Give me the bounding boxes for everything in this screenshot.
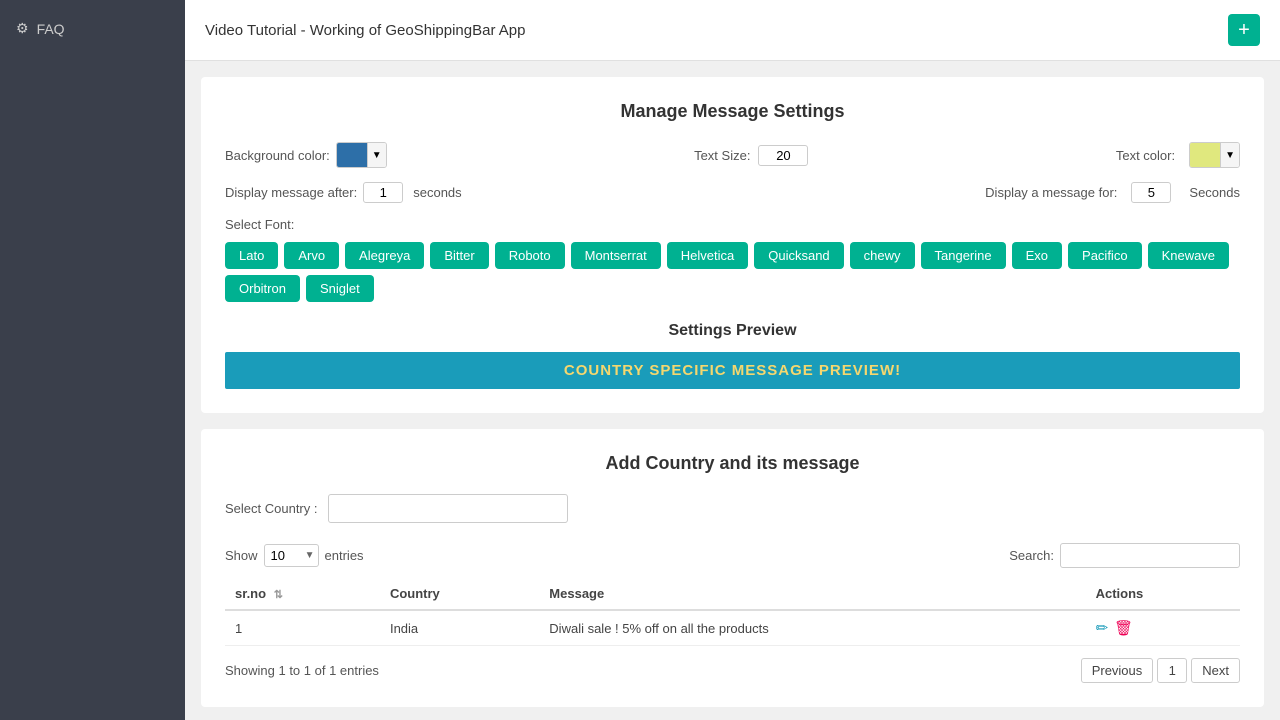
font-section: Select Font: LatoArvoAlegreyaBitter Robot…	[225, 217, 1240, 302]
text-color-label: Text color:	[1116, 148, 1175, 163]
font-btn-montserrat[interactable]: Montserrat	[571, 242, 661, 269]
showing-text: Showing 1 to 1 of 1 entries	[225, 663, 379, 678]
page-title: Video Tutorial - Working of GeoShippingB…	[205, 22, 525, 39]
font-buttons-container: LatoArvoAlegreyaBitter RobotoMontserratHe…	[225, 242, 1240, 302]
settings-row-2: Display message after: seconds Display a…	[225, 182, 1240, 203]
previous-button[interactable]: Previous	[1081, 658, 1154, 683]
font-btn-quicksand[interactable]: Quicksand	[754, 242, 843, 269]
manage-settings-card: Manage Message Settings Background color…	[201, 77, 1264, 413]
cell-srno: 1	[225, 610, 380, 646]
display-for-label: Display a message for:	[985, 185, 1117, 200]
col-country: Country	[380, 578, 539, 610]
display-after-label: Display message after:	[225, 185, 357, 200]
entries-input[interactable]	[264, 544, 319, 567]
cell-actions: ✏ 🗑	[1086, 610, 1240, 646]
sidebar-item-faq[interactable]: ⚙ FAQ	[0, 10, 185, 47]
col-message: Message	[539, 578, 1085, 610]
font-btn-helvetica[interactable]: Helvetica	[667, 242, 748, 269]
display-for-input[interactable]	[1131, 182, 1171, 203]
cell-message: Diwali sale ! 5% off on all the products	[539, 610, 1085, 646]
text-size-group: Text Size:	[387, 145, 1116, 166]
show-label: Show	[225, 548, 258, 563]
bg-color-swatch	[337, 143, 367, 167]
text-color-swatch	[1190, 143, 1220, 167]
main-content: Video Tutorial - Working of GeoShippingB…	[185, 0, 1280, 720]
entries-label: entries	[325, 548, 364, 563]
table-controls: Show ▼ entries Search:	[225, 543, 1240, 568]
add-country-card: Add Country and its message Select Count…	[201, 429, 1264, 707]
sidebar: ⚙ FAQ	[0, 0, 185, 720]
font-btn-lato[interactable]: Lato	[225, 242, 278, 269]
text-color-group: Text color: ▼	[1116, 142, 1240, 168]
cell-country: India	[380, 610, 539, 646]
display-after-input[interactable]	[363, 182, 403, 203]
table-header: sr.no ⇅ Country Message Actions	[225, 578, 1240, 610]
preview-bar: COUNTRY SPECIFIC MESSAGE PREVIEW!	[225, 352, 1240, 389]
display-for-unit: Seconds	[1189, 185, 1240, 200]
text-size-input[interactable]	[758, 145, 808, 166]
font-btn-bitter[interactable]: Bitter	[430, 242, 488, 269]
font-btn-orbitron[interactable]: Orbitron	[225, 275, 300, 302]
search-wrap: Search:	[1009, 543, 1240, 568]
add-country-title: Add Country and its message	[225, 453, 1240, 474]
top-bar: Video Tutorial - Working of GeoShippingB…	[185, 0, 1280, 61]
show-entries-group: Show ▼ entries	[225, 544, 364, 567]
sidebar-item-faq-label: FAQ	[37, 21, 65, 37]
edit-icon[interactable]: ✏	[1096, 619, 1109, 637]
table-body: 1 India Diwali sale ! 5% off on all the …	[225, 610, 1240, 646]
font-btn-arvo[interactable]: Arvo	[284, 242, 339, 269]
select-country-label: Select Country :	[225, 501, 318, 516]
font-btn-roboto[interactable]: Roboto	[495, 242, 565, 269]
text-color-picker[interactable]: ▼	[1189, 142, 1240, 168]
font-btn-chewy[interactable]: chewy	[850, 242, 915, 269]
delete-icon[interactable]: 🗑	[1114, 619, 1133, 637]
col-actions: Actions	[1086, 578, 1240, 610]
font-btn-knewave[interactable]: Knewave	[1148, 242, 1229, 269]
sort-icon-srno[interactable]: ⇅	[274, 589, 283, 601]
add-button[interactable]: +	[1228, 14, 1260, 46]
page-number: 1	[1157, 658, 1187, 683]
bg-color-label: Background color:	[225, 148, 330, 163]
select-font-label: Select Font:	[225, 217, 1240, 232]
bg-color-picker[interactable]: ▼	[336, 142, 387, 168]
font-btn-tangerine[interactable]: Tangerine	[921, 242, 1006, 269]
gear-icon: ⚙	[16, 20, 29, 37]
next-button[interactable]: Next	[1191, 658, 1240, 683]
manage-settings-title: Manage Message Settings	[225, 101, 1240, 122]
pagination: Previous 1 Next	[1081, 658, 1240, 683]
bg-color-arrow[interactable]: ▼	[367, 143, 386, 167]
col-srno: sr.no ⇅	[225, 578, 380, 610]
search-input[interactable]	[1060, 543, 1240, 568]
entries-select-wrap: ▼	[264, 544, 319, 567]
table-footer: Showing 1 to 1 of 1 entries Previous 1 N…	[225, 658, 1240, 683]
display-after-unit: seconds	[413, 185, 461, 200]
select-country-row: Select Country :	[225, 494, 1240, 523]
search-label: Search:	[1009, 548, 1054, 563]
table-row: 1 India Diwali sale ! 5% off on all the …	[225, 610, 1240, 646]
country-table: sr.no ⇅ Country Message Actions 1	[225, 578, 1240, 646]
font-btn-sniglet[interactable]: Sniglet	[306, 275, 374, 302]
text-size-label: Text Size:	[694, 148, 750, 163]
settings-row-1: Background color: ▼ Text Size: Text colo…	[225, 142, 1240, 168]
select-country-input[interactable]	[328, 494, 568, 523]
font-btn-pacifico[interactable]: Pacifico	[1068, 242, 1142, 269]
font-btn-alegreya[interactable]: Alegreya	[345, 242, 424, 269]
settings-preview-title: Settings Preview	[225, 322, 1240, 340]
display-for-group: Display a message for: Seconds	[985, 182, 1240, 203]
font-btn-exo[interactable]: Exo	[1012, 242, 1062, 269]
text-color-arrow[interactable]: ▼	[1220, 143, 1239, 167]
